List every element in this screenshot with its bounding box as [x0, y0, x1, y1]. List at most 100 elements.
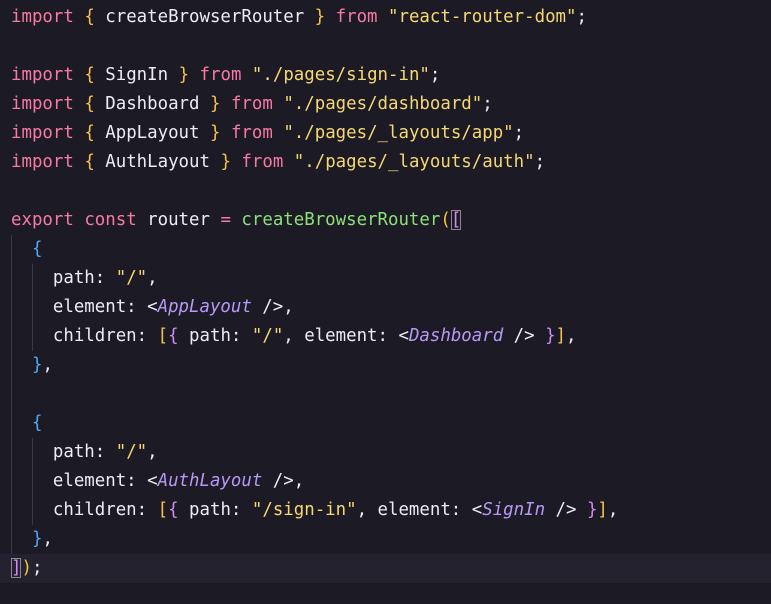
- code-token: />,: [262, 471, 305, 491]
- code-token: Dashboard: [408, 326, 504, 346]
- code-line[interactable]: import { SignIn } from "./pages/sign-in"…: [11, 61, 771, 90]
- code-token: }: [31, 529, 43, 549]
- code-line[interactable]: ]);: [0, 554, 771, 583]
- code-token: ;: [31, 558, 43, 578]
- code-line[interactable]: },: [11, 351, 771, 380]
- indent-guide: [11, 380, 12, 409]
- code-token: "/": [251, 326, 284, 346]
- code-token: "/": [115, 442, 148, 462]
- code-token: SignIn: [482, 500, 546, 520]
- code-token: "./pages/_layouts/auth": [293, 152, 535, 172]
- indent-guide: [11, 351, 12, 380]
- code-token: path: [11, 442, 95, 462]
- indent-guide: [32, 496, 33, 525]
- code-token: }: [31, 355, 43, 375]
- code-token: [: [157, 326, 169, 346]
- code-token: ;: [482, 94, 493, 114]
- code-token: ,: [147, 442, 158, 462]
- code-token: :: [230, 326, 252, 346]
- code-line[interactable]: element: <AppLayout />,: [11, 293, 771, 322]
- code-token: />: [545, 500, 587, 520]
- code-token: ;: [513, 123, 525, 143]
- code-line[interactable]: [11, 32, 771, 61]
- code-token: :: [230, 500, 252, 520]
- code-token: :: [136, 500, 158, 520]
- code-line[interactable]: [11, 177, 771, 206]
- code-token: ): [21, 558, 32, 578]
- code-line[interactable]: children: [{ path: "/", element: <Dashbo…: [11, 322, 771, 351]
- code-token: "react-router-dom": [388, 7, 577, 27]
- code-token: Dashboard: [94, 94, 210, 114]
- code-token: ,: [607, 500, 619, 520]
- code-line[interactable]: path: "/",: [11, 438, 771, 467]
- code-token: [: [157, 500, 169, 520]
- code-token: router: [136, 210, 221, 230]
- code-token: AppLayout: [157, 297, 252, 317]
- code-line[interactable]: children: [{ path: "/sign-in", element: …: [11, 496, 771, 525]
- code-token: from: [230, 94, 273, 114]
- code-token: children: [11, 326, 137, 346]
- code-token: AuthLayout: [94, 152, 221, 172]
- code-line[interactable]: import { createBrowserRouter } from "rea…: [11, 3, 771, 32]
- indent-guide: [32, 293, 33, 322]
- code-token: {: [168, 500, 179, 520]
- code-token: :: [94, 442, 116, 462]
- code-token: : <: [126, 471, 158, 491]
- indent-guide: [11, 264, 12, 293]
- code-token: export: [11, 210, 74, 230]
- code-token: "/sign-in": [251, 500, 357, 520]
- code-token: createBrowserRouter: [241, 210, 441, 230]
- code-line[interactable]: import { Dashboard } from "./pages/dashb…: [11, 90, 771, 119]
- code-line[interactable]: import { AuthLayout } from "./pages/_lay…: [11, 148, 771, 177]
- code-token: "/": [115, 268, 148, 288]
- code-token: import: [11, 94, 74, 114]
- code-token: ]: [597, 500, 608, 520]
- code-token: {: [84, 65, 95, 85]
- code-area[interactable]: import { createBrowserRouter } from "rea…: [0, 3, 771, 583]
- code-line[interactable]: },: [11, 525, 771, 554]
- indent-guide: [11, 322, 12, 351]
- code-token: ,: [566, 326, 577, 346]
- code-token: createBrowserRouter: [94, 7, 315, 27]
- code-token: SignIn: [94, 65, 179, 85]
- code-token: (: [440, 210, 451, 230]
- indent-guide: [32, 322, 33, 351]
- code-token: element: [11, 471, 127, 491]
- code-token: ]: [11, 558, 22, 578]
- code-line[interactable]: path: "/",: [11, 264, 771, 293]
- code-token: AppLayout: [94, 123, 210, 143]
- code-line[interactable]: element: <AuthLayout />,: [11, 467, 771, 496]
- code-token: ,: [147, 268, 158, 288]
- code-line[interactable]: [11, 380, 771, 409]
- code-token: import: [11, 65, 74, 85]
- code-token: path: [178, 326, 231, 346]
- code-token: />,: [251, 297, 294, 317]
- code-token: , element: <: [356, 500, 483, 520]
- code-token: ,: [42, 355, 53, 375]
- code-token: [: [450, 210, 462, 230]
- code-line[interactable]: {: [11, 409, 771, 438]
- code-token: path: [178, 500, 231, 520]
- code-token: :: [94, 268, 116, 288]
- code-token: "./pages/dashboard": [283, 94, 483, 114]
- indent-guide: [11, 293, 12, 322]
- indent-guide: [11, 438, 12, 467]
- code-line[interactable]: import { AppLayout } from "./pages/_layo…: [11, 119, 771, 148]
- code-token: "./pages/_layouts/app": [283, 123, 514, 143]
- code-token: from: [230, 123, 273, 143]
- code-line[interactable]: export const router = createBrowserRoute…: [11, 206, 771, 235]
- code-line[interactable]: {: [11, 235, 771, 264]
- code-token: {: [168, 326, 179, 346]
- indent-guide: [32, 467, 33, 496]
- code-token: children: [11, 500, 137, 520]
- indent-guide: [11, 409, 12, 438]
- code-editor[interactable]: import { createBrowserRouter } from "rea…: [0, 0, 771, 604]
- code-token: {: [84, 123, 95, 143]
